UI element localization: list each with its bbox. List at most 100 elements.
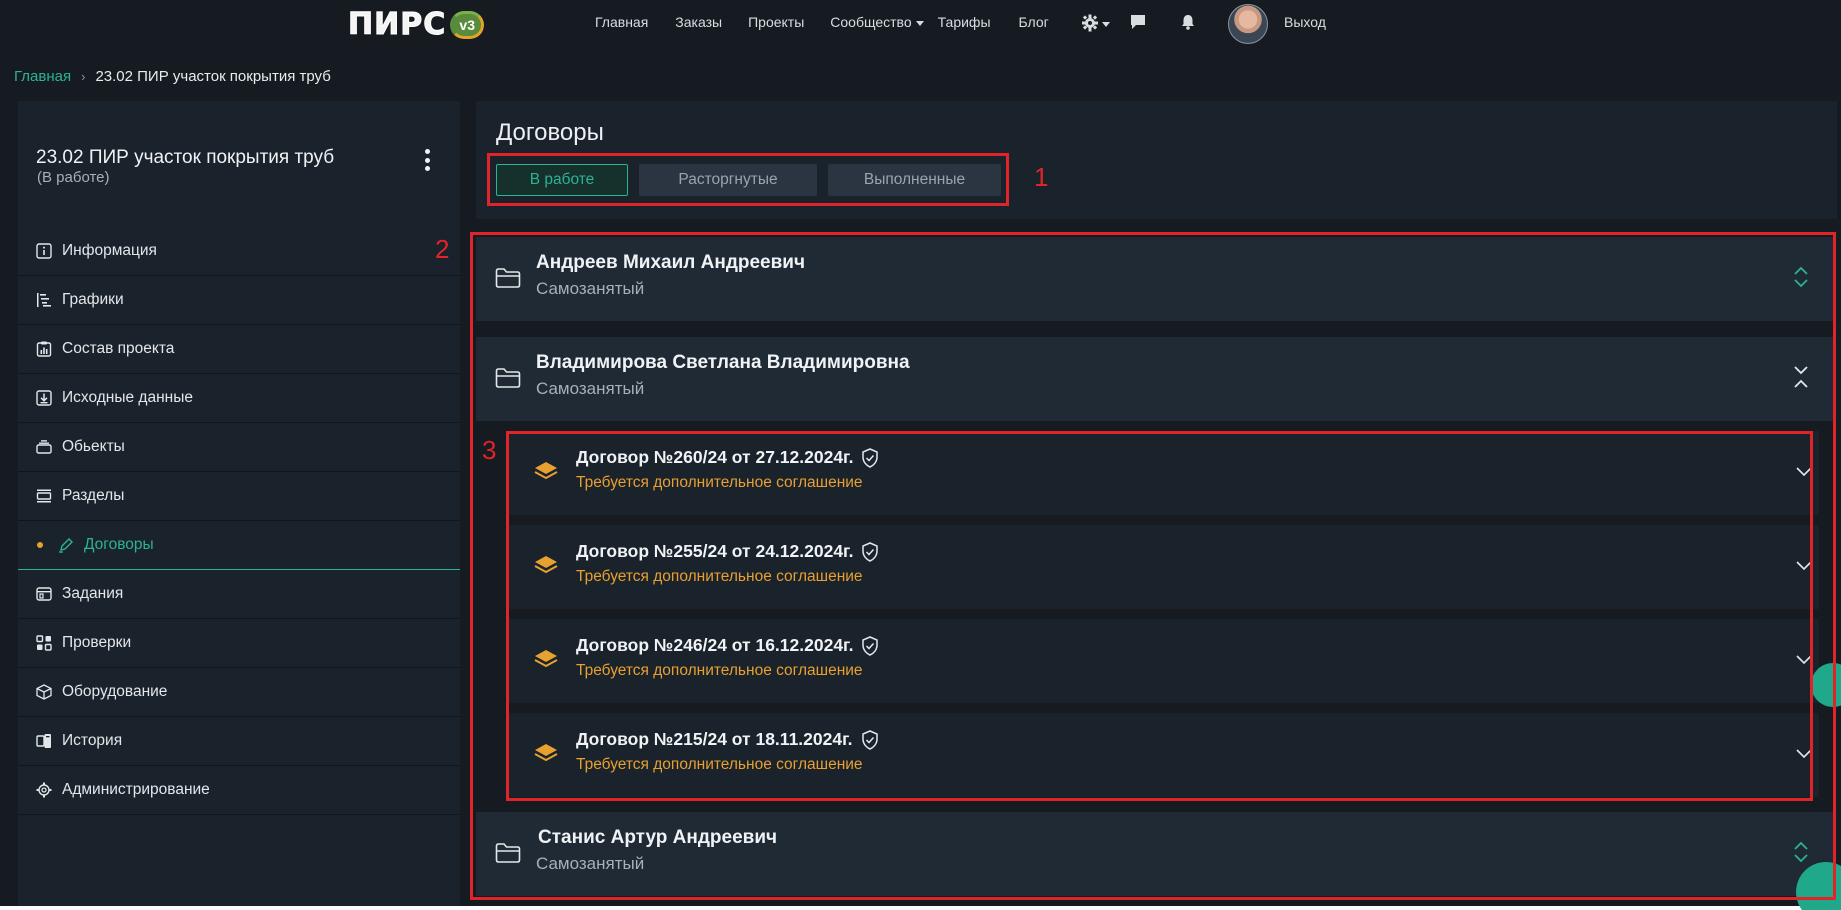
bell-icon[interactable] — [1180, 14, 1196, 35]
folder-icon — [495, 268, 521, 288]
main-nav: Главная Заказы Проекты Сообщество Тарифы… — [595, 14, 1049, 30]
contract-row[interactable]: Договор №255/24 от 24.12.2024г. Требуетс… — [508, 525, 1819, 609]
logo[interactable]: ПИРС v3 — [347, 7, 485, 42]
nav-blog[interactable]: Блог — [1019, 14, 1049, 30]
sidebar-item-charts[interactable]: Графики — [18, 276, 460, 325]
nav-home[interactable]: Главная — [595, 14, 648, 30]
stack-icon — [534, 744, 558, 762]
chevron-down-icon — [915, 20, 924, 26]
sidebar-item-label: Задания — [62, 585, 124, 602]
chevron-down-icon[interactable] — [1795, 746, 1813, 760]
contractor-card[interactable]: Владимирова Светлана Владимировна Самоза… — [476, 337, 1833, 421]
chat-icon[interactable] — [1130, 14, 1146, 35]
sidebar-item-info[interactable]: Информация — [18, 227, 460, 276]
tab-in-progress[interactable]: В работе — [496, 164, 628, 196]
chevron-down-icon[interactable] — [1795, 652, 1813, 666]
sidebar-item-composition[interactable]: Состав проекта — [18, 325, 460, 374]
top-navbar: ПИРС v3 Главная Заказы Проекты Сообществ… — [0, 0, 1841, 48]
annotation-number-1: 1 — [1034, 162, 1049, 192]
sidebar-item-label: Информация — [62, 242, 157, 259]
project-status: (В работе) — [37, 169, 110, 186]
settings-gear-icon[interactable] — [1082, 13, 1112, 38]
sidebar-item-label: История — [62, 732, 123, 749]
user-avatar[interactable] — [1228, 4, 1268, 44]
sidebar-item-label: Обьекты — [62, 438, 125, 455]
contractor-card[interactable]: Андреев Михаил Андреевич Самозанятый — [476, 237, 1833, 321]
sidebar-item-label: Проверки — [62, 634, 132, 651]
breadcrumb-home[interactable]: Главная — [14, 68, 71, 85]
contractor-type: Самозанятый — [536, 854, 645, 873]
tab-terminated[interactable]: Расторгнутые — [639, 164, 817, 196]
breadcrumb-current: 23.02 ПИР участок покрытия труб — [95, 68, 331, 85]
sidebar-item-label: Администрирование — [62, 781, 210, 798]
contract-status: Требуется дополнительное соглашение — [576, 568, 863, 585]
shield-check-icon — [862, 541, 879, 562]
download-icon — [35, 389, 53, 407]
contracts-header: Договоры В работе Расторгнутые Выполненн… — [476, 101, 1837, 219]
more-options-icon[interactable] — [424, 149, 430, 171]
nav-community[interactable]: Сообщество — [830, 14, 924, 30]
breadcrumb: Главная › 23.02 ПИР участок покрытия тру… — [14, 68, 331, 85]
nav-tariffs[interactable]: Тарифы — [938, 14, 991, 30]
shield-check-icon — [862, 635, 879, 656]
contract-title: Договор №246/24 от 16.12.2024г. — [576, 635, 854, 655]
contract-row[interactable]: Договор №260/24 от 27.12.2024г. Требуетс… — [508, 431, 1819, 515]
contract-title-wrap: Договор №215/24 от 18.11.2024г. — [576, 729, 879, 750]
gantt-icon — [35, 291, 53, 309]
layers-icon — [35, 438, 53, 456]
sidebar-item-checks[interactable]: Проверки — [18, 619, 460, 668]
expand-icon[interactable] — [1791, 263, 1811, 291]
annotation-number-3: 3 — [482, 435, 497, 465]
sidebar-item-admin[interactable]: Администрирование — [18, 766, 460, 815]
sidebar-item-label: Исходные данные — [62, 389, 193, 406]
version-badge: v3 — [450, 11, 485, 39]
page-title: Договоры — [496, 119, 604, 146]
chevron-down-icon[interactable] — [1795, 558, 1813, 572]
sidebar-item-contracts[interactable]: Договоры — [18, 521, 460, 570]
stack-icon — [534, 556, 558, 574]
logo-text: ПИРС — [347, 7, 447, 42]
sidebar-item-objects[interactable]: Обьекты — [18, 423, 460, 472]
sidebar-item-equipment[interactable]: Оборудование — [18, 668, 460, 717]
sidebar-item-tasks[interactable]: Задания — [18, 570, 460, 619]
chevron-down-icon[interactable] — [1795, 464, 1813, 478]
nav-projects[interactable]: Проекты — [748, 14, 804, 30]
contract-title: Договор №215/24 от 18.11.2024г. — [576, 729, 853, 749]
history-icon — [35, 732, 53, 750]
contract-row[interactable]: Договор №215/24 от 18.11.2024г. Требуетс… — [508, 713, 1819, 797]
sidebar-item-history[interactable]: История — [18, 717, 460, 766]
app-window: ПИРС v3 Главная Заказы Проекты Сообществ… — [0, 0, 1841, 910]
contract-title-wrap: Договор №260/24 от 27.12.2024г. — [576, 447, 879, 468]
sidebar-item-label: Договоры — [84, 536, 154, 553]
contract-status: Требуется дополнительное соглашение — [576, 662, 863, 679]
contract-status: Требуется дополнительное соглашение — [576, 474, 863, 491]
contractor-type: Самозанятый — [536, 279, 645, 298]
folder-icon — [495, 843, 521, 863]
logout-link[interactable]: Выход — [1284, 14, 1326, 30]
contractor-card[interactable]: Станис Артур Андреевич Самозанятый — [476, 812, 1833, 896]
sections-icon — [35, 487, 53, 505]
contract-title: Договор №255/24 от 24.12.2024г. — [576, 541, 854, 561]
nav-orders[interactable]: Заказы — [675, 14, 722, 30]
stack-icon — [534, 650, 558, 668]
shield-check-icon — [862, 447, 879, 468]
box-icon — [35, 683, 53, 701]
contract-title: Договор №260/24 от 27.12.2024г. — [576, 447, 854, 467]
status-tabs: В работе Расторгнутые Выполненные — [496, 164, 1001, 196]
nav-community-label: Сообщество — [830, 14, 912, 30]
contract-row[interactable]: Договор №246/24 от 16.12.2024г. Требуетс… — [508, 619, 1819, 703]
collapse-icon[interactable] — [1791, 363, 1811, 391]
sidebar-item-sections[interactable]: Разделы — [18, 472, 460, 521]
active-dot — [37, 542, 43, 548]
contractor-name: Владимирова Светлана Владимировна — [536, 352, 910, 373]
contractor-name: Андреев Михаил Андреевич — [536, 252, 806, 273]
folder-icon — [495, 368, 521, 388]
expand-icon[interactable] — [1791, 838, 1811, 866]
project-title: 23.02 ПИР участок покрытия труб — [36, 147, 335, 168]
contract-status: Требуется дополнительное соглашение — [576, 756, 863, 773]
tab-completed[interactable]: Выполненные — [828, 164, 1001, 196]
chart-icon — [35, 340, 53, 358]
sidebar-item-label: Состав проекта — [62, 340, 175, 357]
info-icon — [35, 242, 53, 260]
sidebar-item-source-data[interactable]: Исходные данные — [18, 374, 460, 423]
